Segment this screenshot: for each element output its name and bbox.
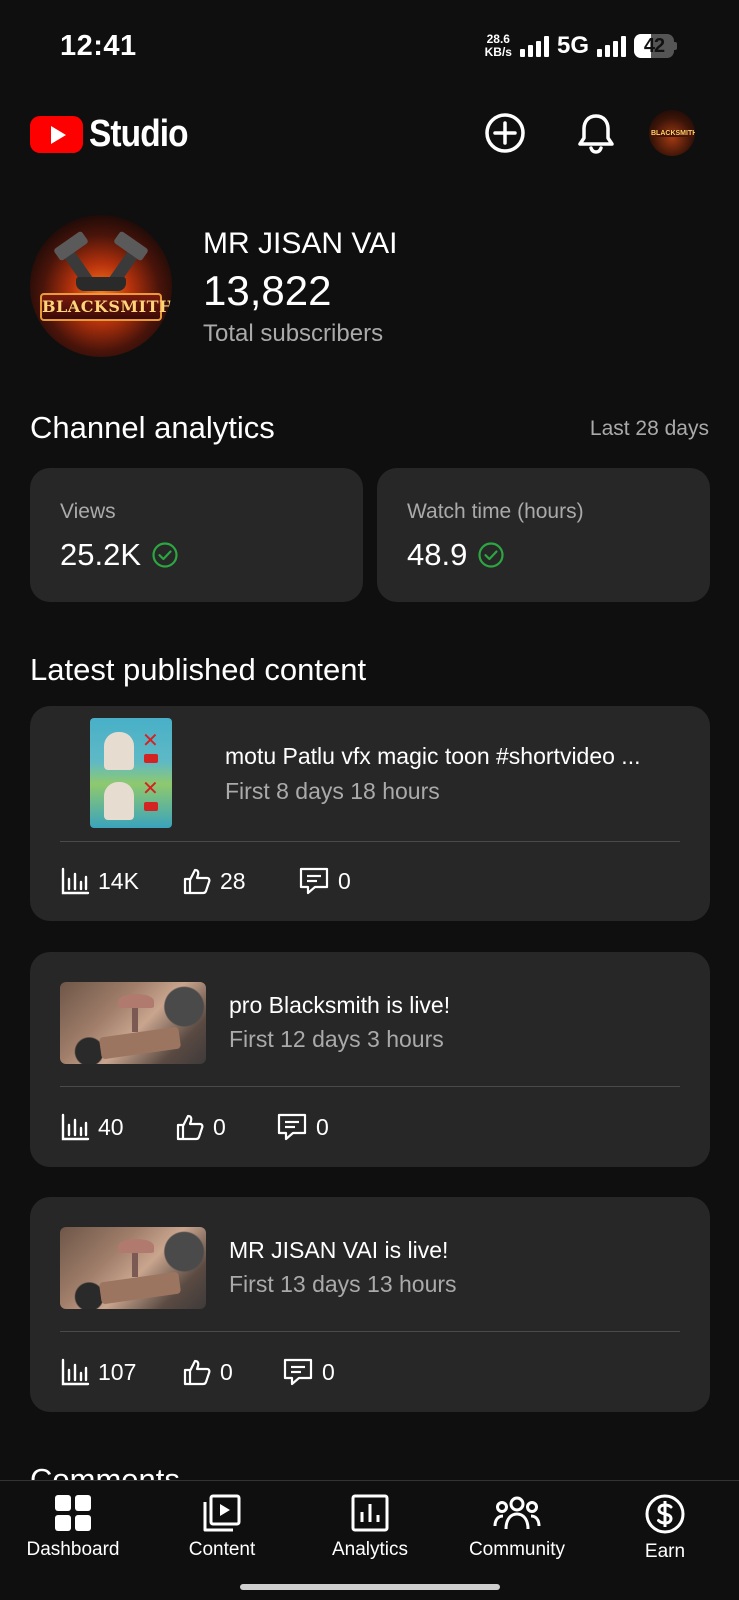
nav-content[interactable]: Content [157, 1493, 287, 1561]
video-title: MR JISAN VAI is live! [229, 1237, 449, 1263]
bottom-navigation: Dashboard Content Analytics Community Ea… [0, 1480, 739, 1600]
content-card[interactable]: MR JISAN VAI is live! First 13 days 13 h… [30, 1197, 710, 1412]
nav-analytics[interactable]: Analytics [305, 1493, 435, 1561]
analytics-heading: Channel analytics [30, 410, 275, 445]
signal-icon [519, 35, 549, 57]
content-card[interactable]: pro Blacksmith is live! First 12 days 3 … [30, 952, 710, 1167]
video-age: First 12 days 3 hours [229, 1026, 444, 1052]
create-button[interactable] [482, 110, 528, 156]
video-age: First 13 days 13 hours [229, 1271, 457, 1297]
nav-label: Content [188, 1539, 256, 1560]
content-icon [203, 1494, 241, 1532]
video-age: First 8 days 18 hours [225, 778, 440, 804]
comment-icon [277, 1113, 307, 1141]
thumbs-up-icon [176, 1114, 204, 1141]
stat-value: 25.2K [60, 537, 179, 573]
plus-circle-icon [485, 113, 525, 153]
dollar-circle-icon [645, 1494, 685, 1534]
network-speed: 28.6 KB/s [484, 32, 512, 59]
views-metric: 14K [60, 866, 139, 896]
video-thumbnail[interactable] [60, 982, 206, 1064]
likes-metric: 28 [182, 866, 246, 896]
nav-label: Analytics [331, 1539, 409, 1560]
divider [60, 841, 680, 842]
studio-logo[interactable]: Studio [30, 113, 201, 156]
avatar-logo-text: BLACKSMITH [40, 293, 172, 321]
avatar-logo-text: BLACKSMITH [651, 130, 695, 137]
status-bar: 12:41 28.6 KB/s 5G 42 [0, 0, 739, 100]
bar-chart-icon [61, 867, 90, 895]
bell-icon [578, 114, 614, 154]
subscriber-label: Total subscribers [203, 320, 384, 347]
content-card[interactable]: ✕ ✕ motu Patlu vfx magic toon #shortvide… [30, 706, 710, 921]
status-time: 12:41 [60, 30, 137, 62]
check-circle-icon [152, 542, 178, 568]
bar-chart-icon [61, 1358, 90, 1386]
comment-icon [299, 867, 329, 895]
channel-avatar[interactable]: BLACKSMITH [30, 215, 172, 357]
analytics-icon [351, 1494, 389, 1532]
dashboard-icon [55, 1495, 91, 1531]
subscriber-count: 13,822 [203, 267, 332, 314]
nav-label: Community [468, 1539, 566, 1560]
nav-community[interactable]: Community [452, 1493, 582, 1561]
video-thumbnail[interactable]: ✕ ✕ [90, 718, 172, 828]
bar-chart-icon [61, 1113, 90, 1141]
battery-level: 42 [643, 34, 665, 57]
video-title: motu Patlu vfx magic toon #shortvideo ..… [225, 743, 641, 769]
stat-label: Watch time (hours) [407, 500, 584, 523]
analytics-range: Last 28 days [589, 417, 709, 440]
channel-name: MR JISAN VAI [203, 227, 398, 260]
views-metric: 107 [60, 1357, 136, 1387]
stat-label: Views [60, 500, 116, 523]
status-icons: 28.6 KB/s 5G 42 [485, 32, 677, 60]
comments-metric: 0 [282, 1357, 335, 1387]
comments-metric: 0 [298, 866, 351, 896]
stat-value: 48.9 [407, 537, 505, 573]
latest-content-heading: Latest published content [30, 652, 367, 687]
notifications-button[interactable] [573, 110, 619, 156]
account-avatar[interactable]: BLACKSMITH [649, 110, 695, 156]
thumbs-up-icon [183, 1359, 211, 1386]
watch-time-card[interactable]: Watch time (hours) 48.9 [377, 468, 710, 602]
home-indicator[interactable] [240, 1584, 500, 1590]
network-type: 5G [556, 32, 589, 59]
signal-icon [597, 35, 626, 57]
check-circle-icon [478, 542, 504, 568]
channel-summary: BLACKSMITH MR JISAN VAI 13,822 Total sub… [30, 215, 710, 360]
nav-earn[interactable]: Earn [600, 1493, 730, 1563]
nav-label: Earn [644, 1541, 686, 1562]
video-thumbnail[interactable] [60, 1227, 206, 1309]
comment-icon [283, 1358, 313, 1386]
divider [60, 1086, 680, 1087]
thumbs-up-icon [183, 868, 211, 895]
youtube-logo-icon [30, 116, 83, 153]
divider [60, 1331, 680, 1332]
nav-label: Dashboard [26, 1539, 120, 1560]
app-header: Studio BLACKSMITH [0, 105, 739, 165]
comments-metric: 0 [276, 1112, 329, 1142]
views-card[interactable]: Views 25.2K [30, 468, 363, 602]
video-title: pro Blacksmith is live! [229, 992, 451, 1018]
views-metric: 40 [60, 1112, 124, 1142]
likes-metric: 0 [175, 1112, 226, 1142]
community-icon [493, 1496, 541, 1530]
nav-dashboard[interactable]: Dashboard [8, 1493, 138, 1561]
likes-metric: 0 [182, 1357, 233, 1387]
battery-icon: 42 [634, 34, 677, 58]
app-name: Studio [89, 113, 189, 155]
